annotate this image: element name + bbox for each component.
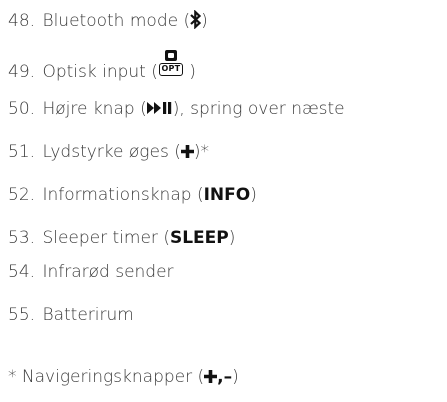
item-suffix: ) [183, 62, 196, 82]
item-text: Infrarød sender [42, 262, 174, 282]
list-item-54: 54. Infrarød sender [8, 261, 174, 283]
item-number: 54. [8, 262, 36, 282]
opt-label: OPT [158, 63, 183, 76]
plus-icon [204, 367, 218, 383]
item-text: Batterirum [42, 305, 134, 325]
item-text: Sleeper timer ( [42, 228, 170, 248]
list-item-48: 48. Bluetooth mode () [8, 9, 208, 32]
list-item-51: 51. Lydstyrke øges ( )* [8, 141, 209, 163]
list-item-55: 55. Batterirum [8, 304, 134, 326]
item-number: 51. [8, 142, 36, 162]
list-item-52: 52. Informationsknap (INFO) [8, 184, 257, 206]
optical-input-icon: OPT [158, 50, 183, 80]
footnote-text: * Navigeringsknapper ( [8, 367, 205, 387]
footnote: * Navigeringsknapper ( ,–) [8, 366, 239, 388]
item-number: 53. [8, 228, 36, 248]
item-suffix: )* [193, 142, 209, 162]
item-suffix: ), spring over næste [172, 99, 345, 119]
item-text: Lydstyrke øges ( [42, 142, 181, 162]
item-number: 52. [8, 185, 36, 205]
skip-next-icon [146, 99, 173, 114]
list-item-50: 50. Højre knap ( ), spring over næste [8, 98, 345, 120]
item-text: Bluetooth mode ( [42, 11, 191, 31]
item-number: 48. [8, 11, 36, 31]
item-number: 55. [8, 305, 36, 325]
item-text: Optisk input ( [42, 62, 158, 82]
item-suffix: ) [201, 11, 208, 31]
item-text: Informationsknap ( [42, 185, 204, 205]
item-suffix: ) [250, 185, 257, 205]
bluetooth-icon [190, 9, 202, 30]
item-suffix: ) [228, 228, 236, 248]
info-button-label: INFO [203, 185, 251, 205]
item-number: 50. [8, 99, 36, 119]
sleep-button-label: SLEEP [169, 228, 229, 248]
item-number: 49. [8, 62, 36, 82]
footnote-suffix: ) [232, 367, 239, 387]
item-text: Højre knap ( [42, 99, 147, 119]
list-item-49: 49. Optisk input (OPT ) [8, 50, 196, 83]
minus-label: ,– [217, 367, 233, 387]
list-item-53: 53. Sleeper timer (SLEEP) [8, 227, 235, 249]
plus-icon [180, 142, 194, 158]
